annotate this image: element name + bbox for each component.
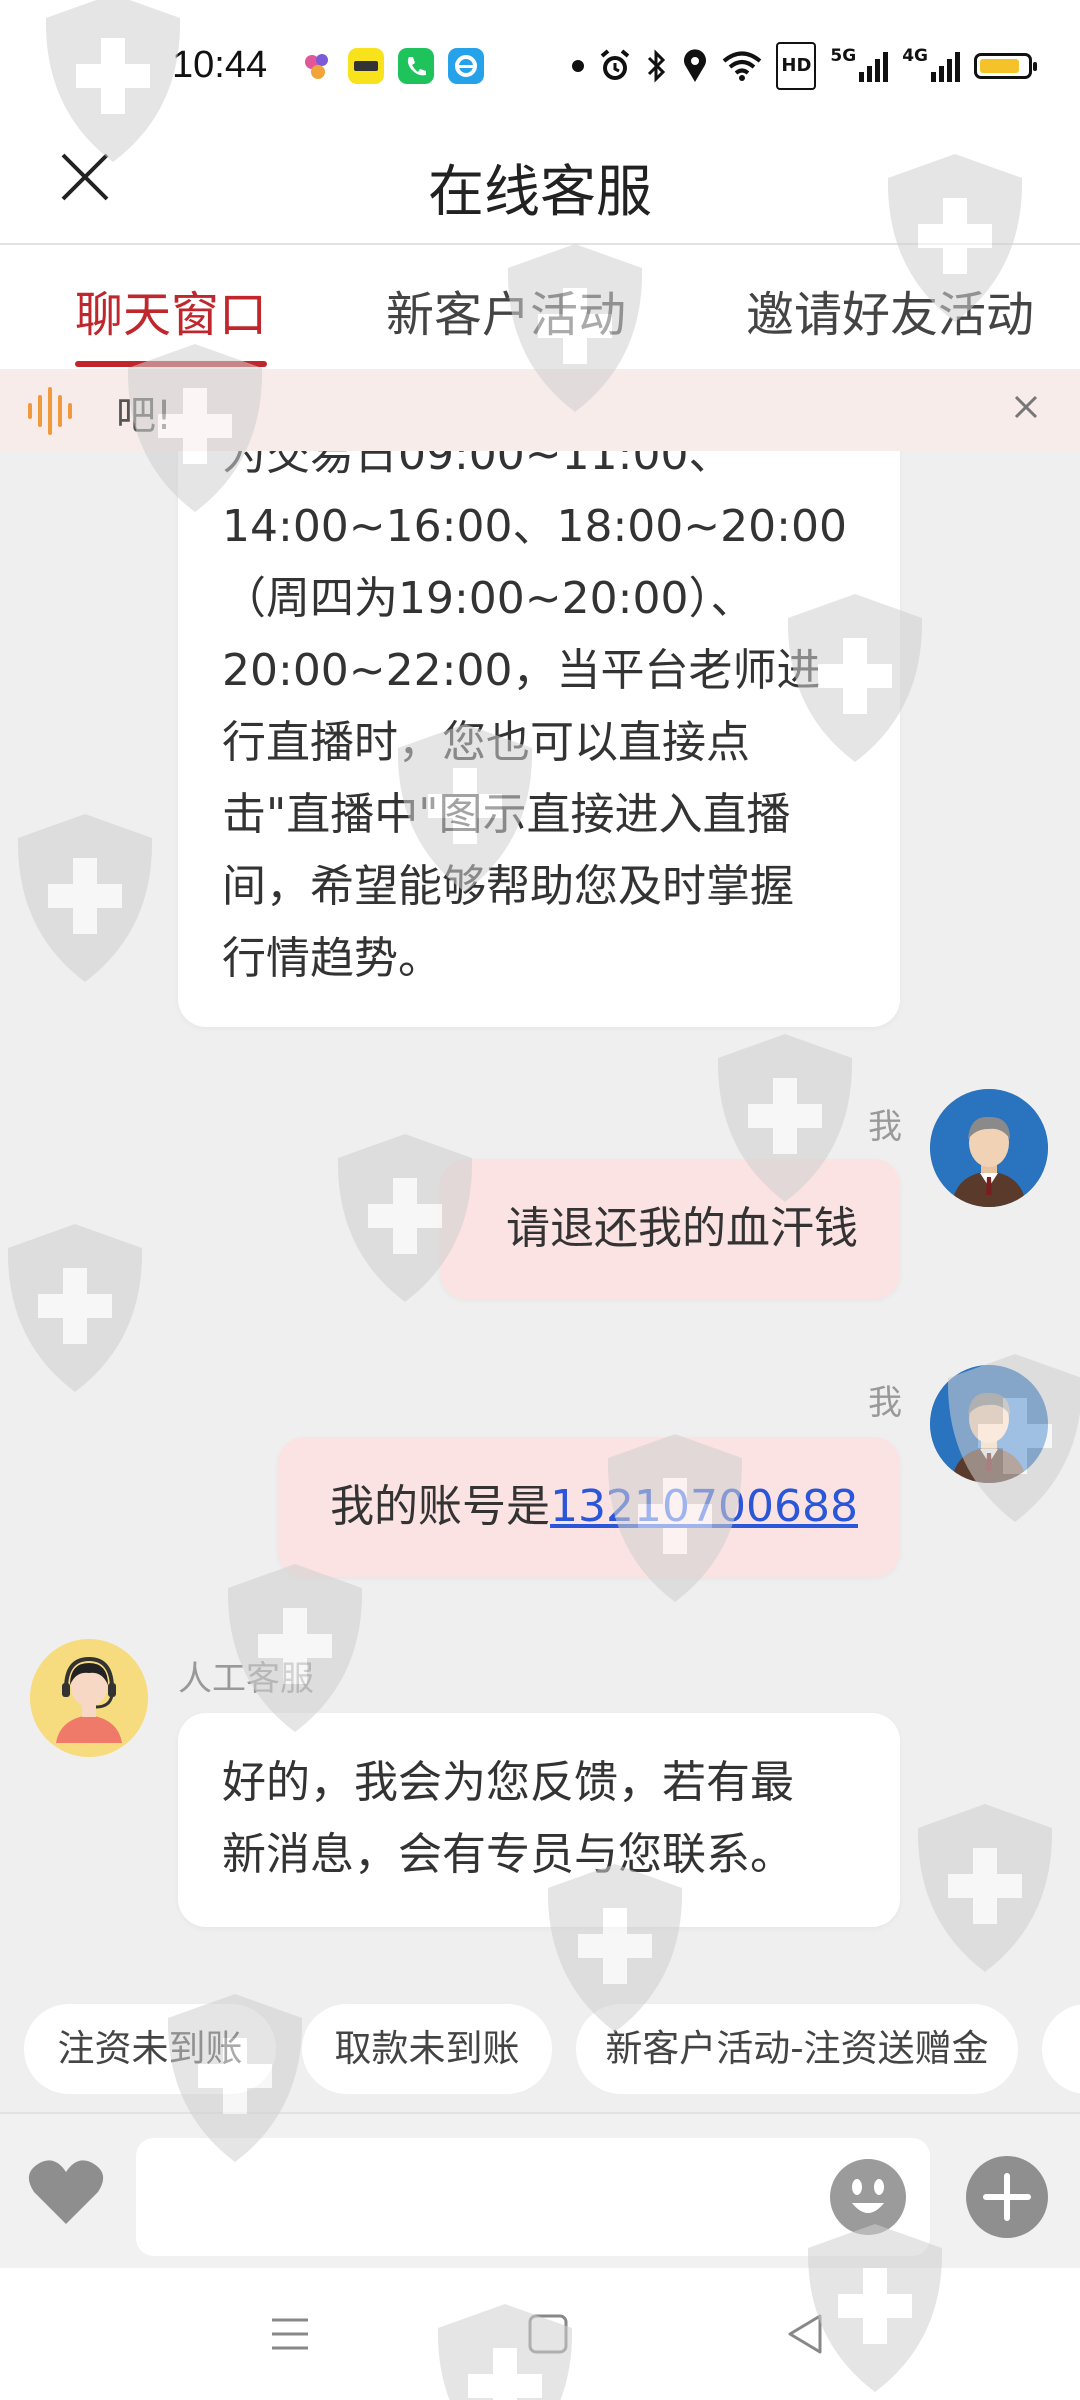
signal-4g-icon: 4G (902, 46, 960, 86)
message-text: 我的账号是13210700688 (322, 1471, 858, 1543)
avatar (930, 1365, 1048, 1483)
quick-reply-chip-overflow[interactable] (1042, 2004, 1080, 2094)
customer-service-avatar-icon (30, 1639, 148, 1757)
network-label-5g: 5G (830, 46, 857, 66)
tab-bar: 聊天窗口 新客户活动 邀请好友活动 (0, 245, 1080, 369)
sender-label-me: 我 (868, 1107, 902, 1147)
message-prefix: 我的账号是 (330, 1481, 551, 1532)
page-title: 在线客服 (428, 160, 652, 225)
emoji-button[interactable] (830, 2159, 906, 2235)
plus-button[interactable] (966, 2156, 1048, 2238)
agent-message-bubble: 好的，我会为您反馈，若有最 新消息，会有专员与您联系。 (178, 1713, 900, 1927)
app-icon-purple (300, 48, 336, 84)
signal-5g-icon: 5G (830, 46, 889, 86)
quick-reply-chip[interactable]: 新客户活动-注资送赠金 (576, 2004, 1018, 2094)
browser-app-icon (448, 48, 484, 84)
title-bar: 在线客服 (0, 125, 1080, 245)
chat-messages[interactable]: 为交易日09:00~11:00、 14:00~16:00、18:00~20:00… (0, 451, 1080, 2001)
quick-reply-chip[interactable]: 取款未到账 (302, 2004, 552, 2094)
my-message-bubble: 我的账号是13210700688 (278, 1437, 900, 1577)
user-avatar-icon (930, 1089, 1048, 1207)
location-icon (682, 46, 708, 86)
agent-message-bubble: 为交易日09:00~11:00、 14:00~16:00、18:00~20:00… (178, 451, 900, 1027)
tab-chat-window[interactable]: 聊天窗口 (75, 275, 267, 345)
menu-button[interactable] (260, 2304, 320, 2364)
tab-new-customer-activity[interactable]: 新客户活动 (386, 275, 626, 345)
message-text: 请退还我的血汗钱 (506, 1203, 858, 1254)
sender-label-agent: 人工客服 (178, 1659, 314, 1699)
back-button[interactable] (776, 2304, 836, 2364)
app-icon-yellow (348, 48, 384, 84)
alarm-icon (598, 46, 632, 86)
bluetooth-icon (646, 46, 668, 86)
status-bar: 10:44 HD 5G 4G (0, 0, 1080, 125)
quick-reply-chip[interactable]: 注资未到账 (24, 2004, 276, 2094)
notice-text: 吧! (116, 393, 173, 439)
status-icons: HD 5G 4G (572, 42, 1037, 90)
message-text: 为交易日09:00~11:00、 14:00~16:00、18:00~20:00… (222, 451, 847, 984)
my-message-bubble: 请退还我的血汗钱 (440, 1159, 900, 1299)
message-text: 好的，我会为您反馈，若有最 新消息，会有专员与您联系。 (222, 1757, 794, 1880)
wifi-icon (722, 46, 762, 86)
system-nav-bar (0, 2268, 1080, 2400)
plus-icon (983, 2173, 1031, 2221)
status-time: 10:44 (172, 44, 268, 86)
home-button[interactable] (518, 2304, 578, 2364)
menu-icon (272, 2318, 308, 2350)
home-icon (528, 2314, 568, 2354)
tab-invite-friends-activity[interactable]: 邀请好友活动 (746, 275, 1034, 345)
hd-icon: HD (776, 42, 817, 90)
notice-close-button[interactable] (1006, 387, 1046, 427)
emoji-icon (852, 2179, 884, 2213)
phone-number-link[interactable]: 13210700688 (550, 1481, 858, 1532)
favorite-button[interactable] (26, 2156, 106, 2228)
battery-level (980, 59, 1019, 73)
heart-icon (28, 2160, 104, 2224)
quick-replies: 注资未到账 取款未到账 新客户活动-注资送赠金 (0, 2004, 1080, 2100)
network-label-4g: 4G (902, 46, 928, 66)
sound-wave-icon (28, 387, 72, 435)
avatar (930, 1089, 1048, 1207)
dot-icon (572, 46, 585, 86)
close-icon (1014, 395, 1038, 419)
notice-bar: 吧! (0, 369, 1080, 451)
sender-label-me: 我 (868, 1383, 902, 1423)
active-tab-indicator (75, 361, 267, 367)
battery-icon (974, 46, 1037, 86)
user-avatar-icon (930, 1365, 1048, 1483)
back-icon (788, 2314, 822, 2354)
message-input[interactable] (136, 2138, 930, 2256)
phone-app-icon (398, 48, 434, 84)
input-bar (0, 2112, 1080, 2270)
agent-avatar (30, 1639, 148, 1757)
